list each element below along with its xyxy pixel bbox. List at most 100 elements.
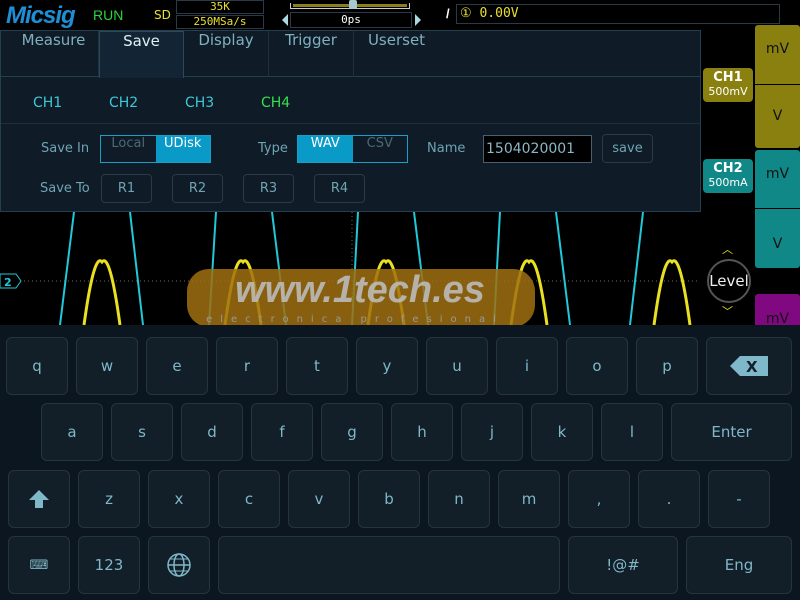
backspace-icon: X <box>730 356 768 376</box>
key-u[interactable]: u <box>426 337 488 395</box>
type-wav[interactable]: WAV <box>298 136 353 162</box>
enter-key[interactable]: Enter <box>671 403 792 461</box>
type-csv[interactable]: CSV <box>353 136 408 162</box>
key-w[interactable]: w <box>76 337 138 395</box>
left-arrow-icon[interactable] <box>282 14 288 26</box>
key-h[interactable]: h <box>391 403 453 461</box>
tab-measure[interactable]: Measure <box>9 31 99 77</box>
tab-userset[interactable]: Userset <box>354 31 439 77</box>
backspace-key[interactable]: X <box>706 337 792 395</box>
save-in-udisk[interactable]: UDisk <box>155 136 210 162</box>
ch2-unit-mv[interactable]: mV <box>755 150 800 208</box>
level-down-icon[interactable]: ﹀ <box>722 303 733 319</box>
save-to-r1[interactable]: R1 <box>101 174 152 203</box>
save-button[interactable]: save <box>602 134 653 163</box>
tab-save[interactable]: Save <box>99 31 184 78</box>
ch2-trace-segment <box>555 212 571 325</box>
channel-ch4[interactable]: CH4 <box>261 95 290 111</box>
save-to-label: Save To <box>40 181 90 196</box>
key-dash[interactable]: - <box>708 470 770 528</box>
timebase-scrollbar[interactable] <box>290 0 410 9</box>
tab-display[interactable]: Display <box>184 31 269 77</box>
waveform-display[interactable]: www.1tech.es electronica profesional 2 <box>0 212 702 325</box>
save-in-label: Save In <box>41 141 90 156</box>
shift-key[interactable] <box>8 470 70 528</box>
ch1-unit-v[interactable]: V <box>755 85 800 148</box>
time-offset[interactable]: 0ps <box>290 12 412 28</box>
keyboard-icon: ⌨ <box>29 557 49 573</box>
ch1-trace-pulse <box>652 259 692 325</box>
key-r[interactable]: r <box>216 337 278 395</box>
key-v[interactable]: v <box>288 470 350 528</box>
save-to-r3[interactable]: R3 <box>243 174 294 203</box>
ch2-badge[interactable]: CH2 500mA <box>703 159 753 193</box>
file-name-input[interactable]: 1504020001 <box>483 135 592 163</box>
svg-text:electronica profesional: electronica profesional <box>206 314 504 325</box>
sample-rate[interactable]: 250MSa/s <box>176 15 264 29</box>
key-j[interactable]: j <box>461 403 523 461</box>
name-label: Name <box>427 141 466 156</box>
key-n[interactable]: n <box>428 470 490 528</box>
tab-trigger[interactable]: Trigger <box>269 31 354 77</box>
key-l[interactable]: l <box>601 403 663 461</box>
save-to-r4[interactable]: R4 <box>314 174 365 203</box>
save-in-toggle: Local UDisk <box>100 135 211 163</box>
rising-edge-icon: / <box>446 6 450 21</box>
ch2-trace-segment <box>629 212 644 325</box>
ch2-label: CH2 <box>713 161 743 176</box>
ch1-badge[interactable]: CH1 500mV <box>703 68 753 102</box>
ch2-scale: 500mA <box>708 176 748 189</box>
save-to-r2[interactable]: R2 <box>172 174 223 203</box>
key-a[interactable]: a <box>41 403 103 461</box>
key-m[interactable]: m <box>498 470 560 528</box>
key-i[interactable]: i <box>496 337 558 395</box>
ch3-unit-mv[interactable]: mV <box>755 294 800 327</box>
ch1-label: CH1 <box>713 70 743 85</box>
type-label: Type <box>258 141 288 156</box>
key-b[interactable]: b <box>358 470 420 528</box>
key-t[interactable]: t <box>286 337 348 395</box>
right-arrow-icon[interactable] <box>415 14 421 26</box>
run-status[interactable]: RUN <box>93 7 123 23</box>
channel-ch1[interactable]: CH1 <box>33 95 62 111</box>
ch2-marker-label: 2 <box>4 276 12 289</box>
trigger-level[interactable]: ① 0.00V <box>456 4 780 24</box>
key-d[interactable]: d <box>181 403 243 461</box>
key-s[interactable]: s <box>111 403 173 461</box>
brand-logo: Micsig <box>6 2 76 29</box>
ch2-trace-segment <box>129 212 144 325</box>
key-comma[interactable]: , <box>568 470 630 528</box>
language-globe-key[interactable] <box>148 536 210 594</box>
symbols-key[interactable]: !@# <box>568 536 678 594</box>
key-f[interactable]: f <box>251 403 313 461</box>
ch2-unit-v[interactable]: V <box>755 209 800 268</box>
type-toggle: WAV CSV <box>297 135 408 163</box>
key-y[interactable]: y <box>356 337 418 395</box>
level-knob[interactable]: Level <box>707 259 751 303</box>
keyboard-hide-key[interactable]: ⌨ <box>8 536 70 594</box>
channel-ch2[interactable]: CH2 <box>109 95 138 111</box>
key-o[interactable]: o <box>566 337 628 395</box>
space-key[interactable] <box>218 536 560 594</box>
key-g[interactable]: g <box>321 403 383 461</box>
key-e[interactable]: e <box>146 337 208 395</box>
trigger-position-handle[interactable] <box>349 0 357 9</box>
key-z[interactable]: z <box>78 470 140 528</box>
memory-depth[interactable]: 35K <box>176 0 264 14</box>
svg-text:X: X <box>746 358 758 376</box>
eng-key[interactable]: Eng <box>686 536 792 594</box>
ch1-unit-mv[interactable]: mV <box>755 25 800 84</box>
key-x[interactable]: x <box>148 470 210 528</box>
globe-icon <box>167 553 191 577</box>
numbers-key[interactable]: 123 <box>78 536 140 594</box>
level-up-icon[interactable]: ︿ <box>722 241 733 257</box>
key-period[interactable]: . <box>638 470 700 528</box>
key-q[interactable]: q <box>6 337 68 395</box>
shift-arrow-icon <box>29 490 49 508</box>
save-in-local[interactable]: Local <box>101 136 156 162</box>
channel-ch3[interactable]: CH3 <box>185 95 214 111</box>
key-c[interactable]: c <box>218 470 280 528</box>
key-k[interactable]: k <box>531 403 593 461</box>
ch2-trace-segment <box>59 212 75 325</box>
key-p[interactable]: p <box>636 337 698 395</box>
